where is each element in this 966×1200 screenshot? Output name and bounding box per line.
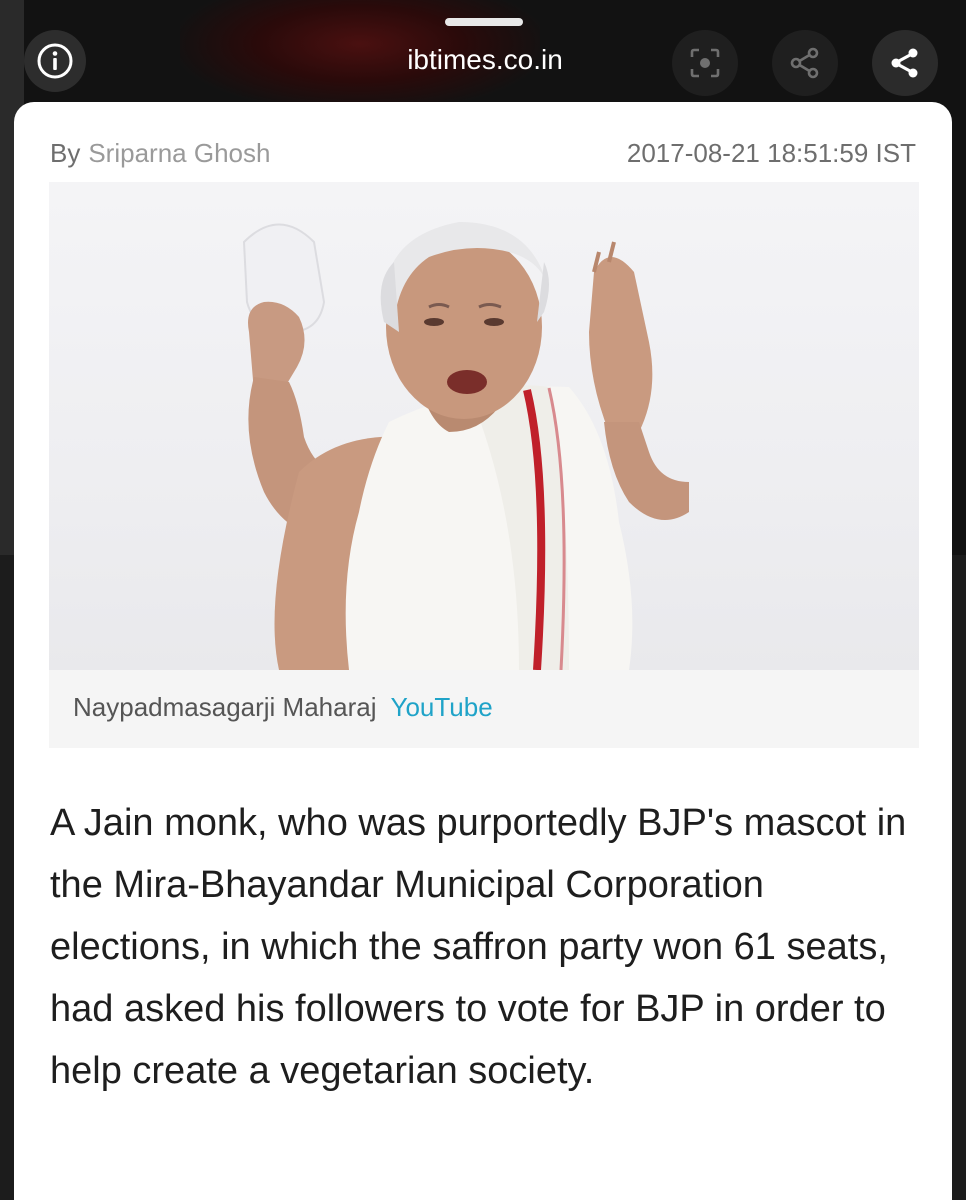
article-photo[interactable]	[49, 182, 919, 670]
lens-icon	[690, 48, 720, 78]
photo-caption-name: Naypadmasagarji Maharaj	[73, 692, 377, 722]
photo-caption: Naypadmasagarji Maharaj YouTube	[73, 692, 493, 723]
drag-handle[interactable]	[445, 18, 523, 26]
page-url: ibtimes.co.in	[407, 44, 563, 75]
byline-prefix: By	[50, 138, 81, 168]
lens-button[interactable]	[672, 30, 738, 96]
byline: By Sriparna Ghosh	[50, 138, 270, 169]
publish-timestamp: 2017-08-21 18:51:59 IST	[626, 138, 916, 168]
share-icon	[891, 48, 918, 78]
photo-caption-bar: Naypadmasagarji Maharaj YouTube	[49, 670, 919, 748]
share-icon	[790, 47, 819, 79]
author-link[interactable]: Sriparna Ghosh	[88, 138, 270, 168]
share-button-secondary[interactable]	[772, 30, 838, 96]
article-sheet: By Sriparna Ghosh 2017-08-21 18:51:59 IST	[14, 102, 952, 1200]
article-body-text: A Jain monk, who was purportedly BJP's m…	[50, 802, 907, 1092]
info-button[interactable]	[24, 30, 86, 92]
info-icon	[37, 43, 73, 79]
screen: ibtimes.co.in By Sriparna Ghosh 2017-08-2…	[0, 0, 966, 1200]
photo-source-link[interactable]: YouTube	[390, 692, 492, 722]
share-button[interactable]	[872, 30, 938, 96]
monk-photo-illustration	[242, 222, 689, 670]
